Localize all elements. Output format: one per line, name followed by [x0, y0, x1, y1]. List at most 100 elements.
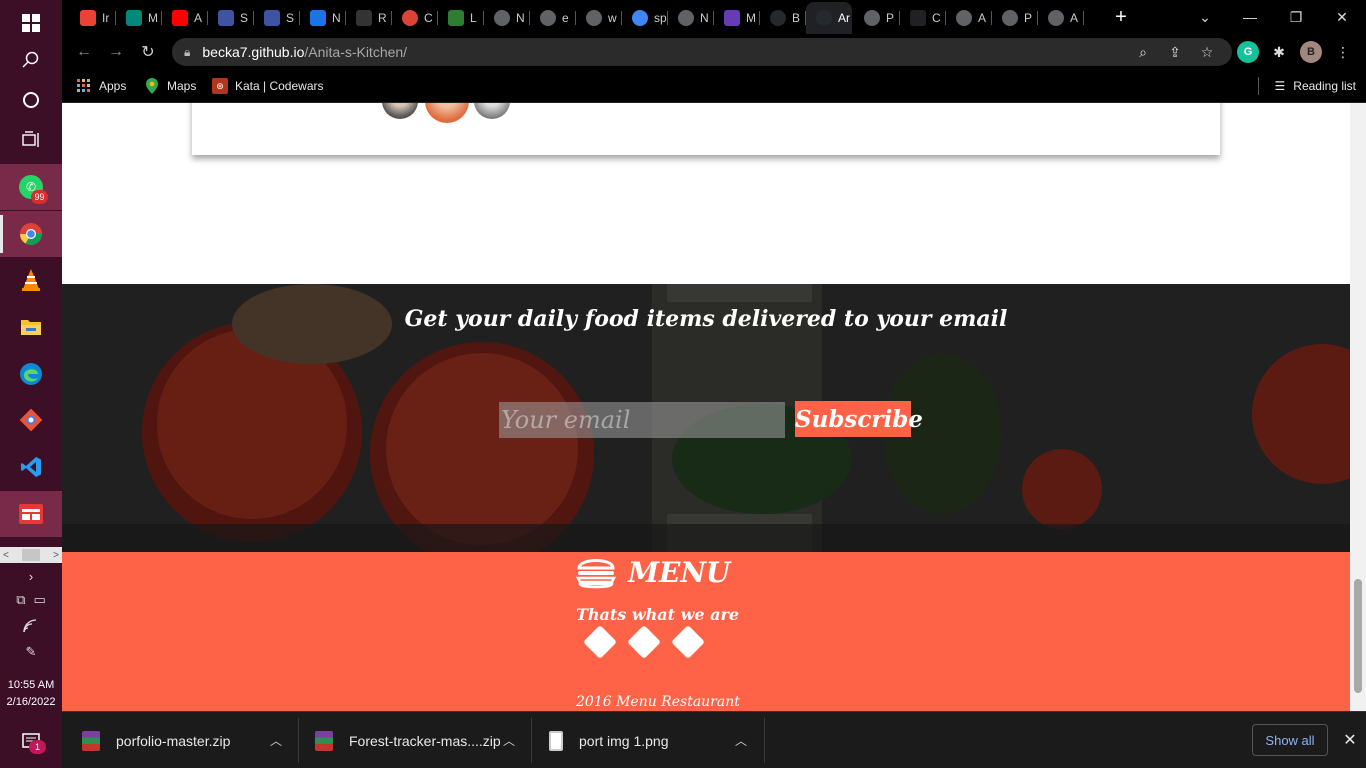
- browser-tab[interactable]: B: [760, 4, 806, 32]
- browser-tab[interactable]: A: [162, 4, 208, 32]
- back-button[interactable]: ←: [72, 40, 96, 64]
- forward-button[interactable]: →: [104, 40, 128, 64]
- browser-tab[interactable]: M: [116, 4, 162, 32]
- reading-list-icon: ☰: [1274, 79, 1286, 93]
- footer-brand[interactable]: MENU: [576, 552, 730, 592]
- browser-tab[interactable]: w: [576, 4, 622, 32]
- browser-tab[interactable]: M: [714, 4, 760, 32]
- more-menu-icon[interactable]: ⋮: [1334, 43, 1352, 61]
- chevron-up-icon[interactable]: ︿: [735, 732, 747, 749]
- screen: { "taskbar": { "whatsapp_badge": "99", "…: [0, 0, 1366, 768]
- tab-label: A: [1070, 11, 1079, 25]
- show-all-downloads-button[interactable]: Show all: [1252, 724, 1328, 756]
- social-icon[interactable]: [583, 625, 617, 659]
- wifi-button[interactable]: [0, 614, 62, 638]
- browser-tab[interactable]: P: [854, 4, 900, 32]
- browser-tab[interactable]: S: [208, 4, 254, 32]
- chevron-right-icon: ›: [28, 568, 34, 584]
- restore-button[interactable]: ❐: [1273, 0, 1319, 34]
- browser-tab[interactable]: Ir: [70, 4, 116, 32]
- edge-icon: [20, 363, 42, 385]
- github-icon: [816, 10, 832, 26]
- browser-tab[interactable]: sp: [622, 4, 668, 32]
- page-scroll-thumb[interactable]: [1354, 579, 1362, 693]
- taskbar-scrollbar[interactable]: < >: [0, 547, 62, 563]
- page-scrollbar[interactable]: [1350, 103, 1366, 711]
- taskbar-whatsapp[interactable]: ✆ 99: [0, 164, 62, 210]
- taskbar-git[interactable]: [0, 397, 62, 443]
- avatar: [382, 103, 418, 119]
- tab-label: S: [240, 11, 249, 25]
- browser-tab[interactable]: C: [392, 4, 438, 32]
- browser-tab[interactable]: L: [438, 4, 484, 32]
- taskbar-vscode[interactable]: [0, 444, 62, 490]
- tab-label: M: [148, 11, 158, 25]
- action-center-button[interactable]: 1: [0, 722, 62, 762]
- reload-button[interactable]: ↻: [136, 40, 160, 64]
- close-shelf-button[interactable]: ✕: [1338, 728, 1362, 752]
- browser-tab[interactable]: A: [1038, 4, 1084, 32]
- download-item[interactable]: Forest-tracker-mas....zip ︿: [315, 712, 520, 768]
- task-view-icon: [22, 131, 39, 147]
- minimize-button[interactable]: —: [1227, 0, 1273, 34]
- chevron-up-icon[interactable]: ︿: [270, 732, 282, 749]
- tab-active[interactable]: Ar✕: [806, 2, 852, 34]
- browser-tab[interactable]: A: [946, 4, 992, 32]
- bookmark-codewars[interactable]: ⊛ Kata | Codewars: [212, 76, 324, 96]
- close-window-button[interactable]: ✕: [1319, 0, 1365, 34]
- chevron-up-icon[interactable]: ︿: [503, 732, 515, 749]
- taskbar-clock[interactable]: 10:55 AM 2/16/2022: [0, 677, 62, 711]
- show-hidden-icons-button[interactable]: ›: [0, 564, 62, 588]
- pen-button[interactable]: ✎: [0, 640, 62, 664]
- email-input[interactable]: [499, 402, 785, 438]
- task-view-button[interactable]: [0, 117, 62, 163]
- bookmark-codewars-label: Kata | Codewars: [235, 79, 324, 93]
- taskbar-vlc[interactable]: [0, 257, 62, 303]
- profile-avatar[interactable]: B: [1300, 41, 1322, 63]
- download-item[interactable]: port img 1.png ︿: [549, 712, 754, 768]
- taskbar-scroll-thumb[interactable]: [22, 549, 40, 561]
- download-item[interactable]: porfolio-master.zip ︿: [82, 712, 287, 768]
- taskbar-file-explorer[interactable]: [0, 304, 62, 350]
- bookmark-maps[interactable]: Maps: [144, 76, 196, 96]
- tab-search-button[interactable]: ⌄: [1182, 0, 1228, 34]
- chevron-down-icon: ⌄: [1199, 8, 1211, 25]
- codewars-icon: ⊛: [212, 78, 228, 94]
- lock-icon[interactable]: 🔒︎: [184, 45, 190, 60]
- battery-icon[interactable]: ▭: [34, 592, 46, 608]
- browser-tab[interactable]: N: [668, 4, 714, 32]
- taskbar-edge[interactable]: [0, 351, 62, 397]
- browser-tab[interactable]: P: [992, 4, 1038, 32]
- a-icon: [910, 10, 926, 26]
- globe-icon: [1002, 10, 1018, 26]
- share-icon[interactable]: ⇪: [1166, 43, 1184, 61]
- newsletter-section: Get your daily food items delivered to y…: [62, 284, 1350, 552]
- browser-tab[interactable]: R: [346, 4, 392, 32]
- social-icon[interactable]: [627, 625, 661, 659]
- browser-tab[interactable]: N: [484, 4, 530, 32]
- meet-now-icon[interactable]: ⧉: [16, 592, 25, 608]
- social-icon[interactable]: [671, 625, 705, 659]
- bookmark-star-icon[interactable]: ☆: [1198, 43, 1216, 61]
- scroll-right-icon[interactable]: >: [53, 550, 59, 561]
- globe-icon: [678, 10, 694, 26]
- avatar: [474, 103, 510, 119]
- subscribe-button[interactable]: Subscribe: [795, 401, 923, 437]
- taskbar-chrome[interactable]: [0, 211, 62, 257]
- minimize-icon: —: [1243, 9, 1257, 25]
- scroll-left-icon[interactable]: <: [3, 550, 9, 561]
- bookmark-apps[interactable]: Apps: [76, 76, 126, 96]
- reading-list-button[interactable]: ☰ Reading list: [1257, 76, 1356, 96]
- browser-tab[interactable]: S: [254, 4, 300, 32]
- tab-label: L: [470, 11, 477, 25]
- grammarly-extension-icon[interactable]: G: [1237, 41, 1259, 63]
- browser-tab[interactable]: N: [300, 4, 346, 32]
- tab-label: B: [792, 11, 801, 25]
- address-bar[interactable]: 🔒︎ becka7.github.io/Anita-s-Kitchen/: [172, 38, 1232, 66]
- taskbar-presentation-app[interactable]: [0, 491, 62, 537]
- browser-tab[interactable]: C: [900, 4, 946, 32]
- new-tab-button[interactable]: +: [1109, 5, 1133, 29]
- zoom-icon[interactable]: ⌕: [1134, 43, 1152, 61]
- browser-tab[interactable]: e: [530, 4, 576, 32]
- extensions-puzzle-icon[interactable]: ✱: [1270, 43, 1288, 61]
